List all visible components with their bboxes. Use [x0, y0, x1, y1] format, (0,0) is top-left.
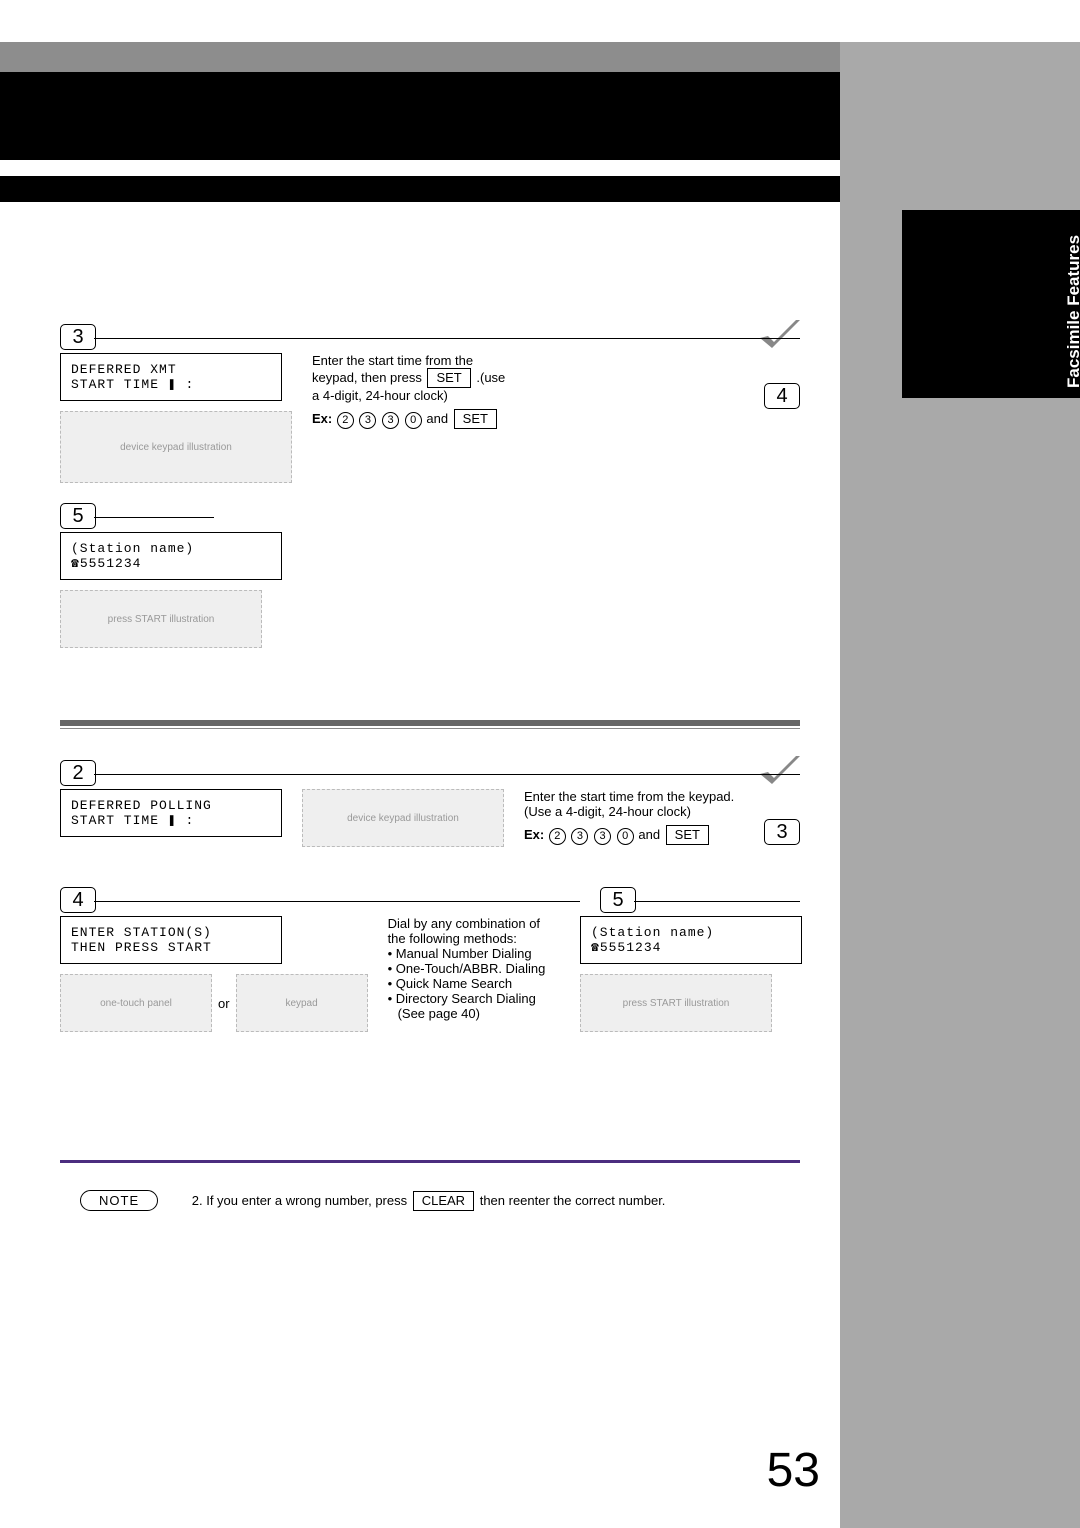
section-tab: Facsimile Features [902, 210, 1080, 398]
lcd-station-name: (Station name) ☎5551234 [580, 916, 802, 964]
device-onetouch-illustration: one-touch panel [60, 974, 212, 1032]
step-3-box: 3 [60, 324, 96, 350]
col-step4: ENTER STATION(S) THEN PRESS START one-to… [60, 916, 368, 1032]
lcd-line: ☎5551234 [591, 940, 791, 955]
text: and [638, 827, 663, 842]
key-digit: 3 [382, 412, 399, 429]
text: .(use [476, 370, 505, 385]
text: (See page 40) [398, 1006, 560, 1021]
list-item: Directory Search Dialing [396, 991, 536, 1006]
example-label: Ex: [524, 827, 544, 842]
step-4-box: 4 [764, 383, 800, 409]
text: Dial by any combination of the following… [388, 916, 560, 946]
lcd-station-name: (Station name) ☎5551234 [60, 532, 282, 580]
set-button-label: SET [666, 825, 709, 845]
text: If you enter a wrong number, press [206, 1193, 411, 1208]
lcd-deferred-polling: DEFERRED POLLING START TIME ❚ : [60, 789, 282, 837]
lcd-line: ENTER STATION(S) [71, 925, 271, 940]
set-button-label: SET [454, 409, 497, 429]
key-digit: 0 [405, 412, 422, 429]
section-divider [60, 720, 800, 729]
black-header-1 [0, 72, 840, 160]
text: then reenter the correct number. [480, 1193, 666, 1208]
list-item: Manual Number Dialing [396, 946, 532, 961]
page-number: 53 [767, 1443, 820, 1498]
continue-arrow-icon [760, 756, 800, 796]
lcd-line: DEFERRED POLLING [71, 798, 271, 813]
step-2-box: 2 [60, 760, 96, 786]
device-keypad-illustration: keypad [236, 974, 368, 1032]
text: (Use a 4-digit, 24-hour clock) [524, 804, 740, 819]
key-digit: 3 [571, 828, 588, 845]
step-3-box: 3 [764, 819, 800, 845]
lcd-line: DEFERRED XMT [71, 362, 271, 377]
lcd-deferred-xmt: DEFERRED XMT START TIME ❚ : [60, 353, 282, 401]
device-start-illustration: press START illustration [60, 590, 262, 648]
device-start-illustration: press START illustration [580, 974, 772, 1032]
lcd-line: START TIME ❚ : [71, 377, 271, 392]
lcd-line: (Station name) [591, 925, 791, 940]
clear-button-label: CLEAR [413, 1191, 474, 1211]
device-keypad-illustration: device keypad illustration [60, 411, 292, 483]
key-digit: 2 [549, 828, 566, 845]
list-item: One-Touch/ABBR. Dialing [396, 961, 546, 976]
instruction-text: Enter the start time from the keypad, th… [312, 353, 740, 429]
lcd-line: START TIME ❚ : [71, 813, 271, 828]
section-b: 2 DEFERRED POLLING START TIME ❚ : device… [60, 760, 800, 1032]
example-label: Ex: [312, 411, 332, 426]
text: Enter the start time from the [312, 353, 473, 368]
key-digit: 2 [337, 412, 354, 429]
lcd-enter-stations: ENTER STATION(S) THEN PRESS START [60, 916, 282, 964]
text: and [426, 411, 451, 426]
dial-methods-text: Dial by any combination of the following… [388, 916, 560, 1021]
lcd-line: THEN PRESS START [71, 940, 271, 955]
or-label: or [218, 996, 230, 1011]
text: Enter the start time from the keypad. [524, 789, 740, 804]
section-a: 3 DEFERRED XMT START TIME ❚ : device key… [60, 324, 800, 648]
device-keypad-illustration: device keypad illustration [302, 789, 504, 847]
continue-arrow-icon [760, 320, 800, 360]
key-digit: 0 [617, 828, 634, 845]
text: keypad, then press [312, 370, 425, 385]
key-digit: 3 [594, 828, 611, 845]
list-item: Quick Name Search [396, 976, 512, 991]
step-5-box: 5 [600, 887, 636, 913]
lcd-and-device-col: DEFERRED XMT START TIME ❚ : device keypa… [60, 353, 292, 483]
instruction-text: Enter the start time from the keypad. (U… [524, 789, 740, 845]
set-button-label: SET [427, 368, 470, 388]
lcd-line: ☎5551234 [71, 556, 271, 571]
note-number: 2. [192, 1193, 203, 1208]
step-5-box: 5 [60, 503, 96, 529]
section-tab-label: Facsimile Features [1064, 235, 1080, 388]
step-4-box: 4 [60, 887, 96, 913]
text: a 4-digit, 24-hour clock) [312, 388, 740, 403]
note-label: NOTE [80, 1190, 158, 1211]
black-header-2 [0, 176, 840, 202]
bottom-divider [60, 1160, 800, 1163]
lcd-line: (Station name) [71, 541, 271, 556]
note-row: NOTE 2. If you enter a wrong number, pre… [80, 1190, 800, 1211]
col-step5: (Station name) ☎5551234 press START illu… [580, 916, 800, 1032]
key-digit: 3 [359, 412, 376, 429]
